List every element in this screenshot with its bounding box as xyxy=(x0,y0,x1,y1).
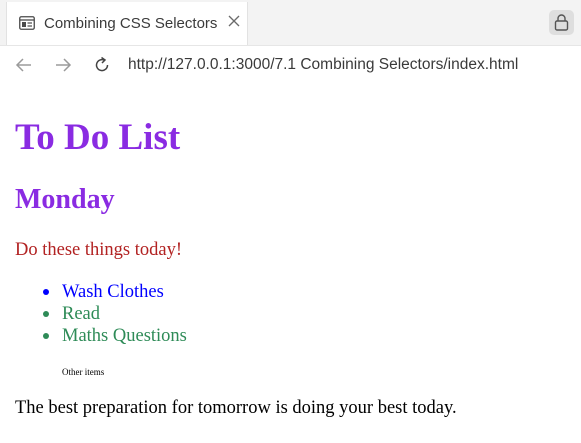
day-heading: Monday xyxy=(15,184,115,215)
bullet-icon xyxy=(43,311,49,317)
list-item-label: Read xyxy=(62,304,101,324)
lock-button[interactable] xyxy=(549,10,574,35)
navigation-bar: http://127.0.0.1:3000/7.1 Combining Sele… xyxy=(0,46,581,84)
page-title: To Do List xyxy=(15,117,181,158)
back-arrow-icon[interactable] xyxy=(13,54,35,76)
list-item-label: Maths Questions xyxy=(62,326,187,346)
page-icon xyxy=(19,16,35,30)
lock-icon xyxy=(554,14,569,31)
tab-title: Combining CSS Selectors xyxy=(44,15,218,32)
bullet-icon xyxy=(43,333,49,339)
list-item: Maths Questions xyxy=(43,325,187,347)
reload-icon[interactable] xyxy=(91,54,113,76)
intro-text: Do these things today! xyxy=(15,240,182,260)
browser-tab[interactable]: Combining CSS Selectors xyxy=(6,2,248,45)
close-icon[interactable] xyxy=(226,14,242,30)
other-items-text: Other items xyxy=(62,367,105,377)
tab-bar: Combining CSS Selectors xyxy=(0,0,581,46)
list-item: Wash Clothes xyxy=(43,281,187,303)
list-item: Read xyxy=(43,303,187,325)
bullet-icon xyxy=(43,289,49,295)
forward-arrow-icon[interactable] xyxy=(52,54,74,76)
list-item-label: Wash Clothes xyxy=(62,282,164,302)
page-content: To Do List Monday Do these things today!… xyxy=(0,84,581,443)
todo-list: Wash Clothes Read Maths Questions xyxy=(43,281,187,347)
address-bar[interactable]: http://127.0.0.1:3000/7.1 Combining Sele… xyxy=(128,56,518,74)
quote-text: The best preparation for tomorrow is doi… xyxy=(15,398,457,418)
